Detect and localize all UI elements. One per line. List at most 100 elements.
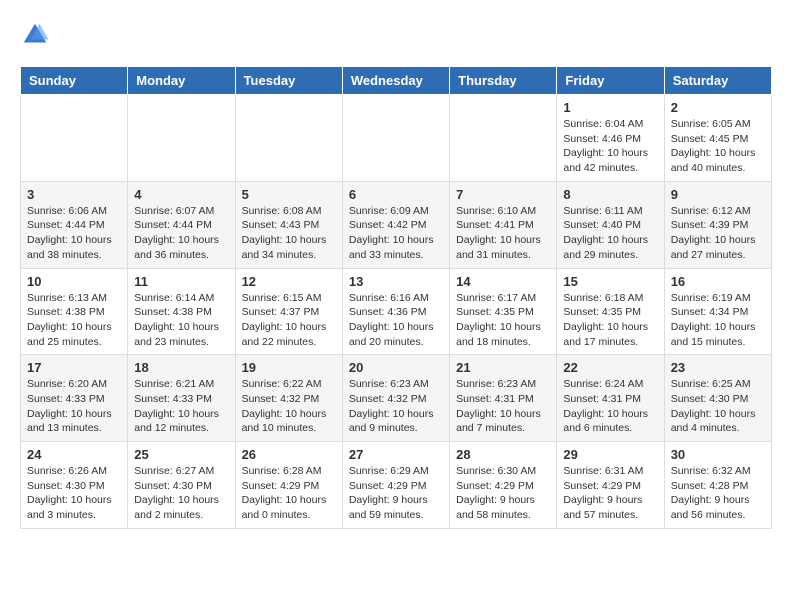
day-content: Sunrise: 6:27 AM Sunset: 4:30 PM Dayligh… xyxy=(134,464,228,523)
day-content: Sunrise: 6:14 AM Sunset: 4:38 PM Dayligh… xyxy=(134,291,228,350)
calendar-week-3: 10 Sunrise: 6:13 AM Sunset: 4:38 PM Dayli… xyxy=(21,268,772,355)
page-header xyxy=(20,20,772,50)
calendar-cell: 24 Sunrise: 6:26 AM Sunset: 4:30 PM Dayli… xyxy=(21,442,128,529)
calendar-cell: 21 Sunrise: 6:23 AM Sunset: 4:31 PM Dayli… xyxy=(450,355,557,442)
logo-icon xyxy=(20,20,50,50)
column-header-saturday: Saturday xyxy=(664,67,771,95)
calendar-cell: 6 Sunrise: 6:09 AM Sunset: 4:42 PM Daylig… xyxy=(342,181,449,268)
calendar-week-5: 24 Sunrise: 6:26 AM Sunset: 4:30 PM Dayli… xyxy=(21,442,772,529)
day-number: 3 xyxy=(27,187,121,202)
day-content: Sunrise: 6:28 AM Sunset: 4:29 PM Dayligh… xyxy=(242,464,336,523)
day-number: 12 xyxy=(242,274,336,289)
calendar-cell: 13 Sunrise: 6:16 AM Sunset: 4:36 PM Dayli… xyxy=(342,268,449,355)
calendar-cell xyxy=(235,95,342,182)
calendar-cell: 29 Sunrise: 6:31 AM Sunset: 4:29 PM Dayli… xyxy=(557,442,664,529)
calendar-cell: 10 Sunrise: 6:13 AM Sunset: 4:38 PM Dayli… xyxy=(21,268,128,355)
day-number: 2 xyxy=(671,100,765,115)
day-content: Sunrise: 6:08 AM Sunset: 4:43 PM Dayligh… xyxy=(242,204,336,263)
day-number: 30 xyxy=(671,447,765,462)
day-number: 24 xyxy=(27,447,121,462)
calendar-cell xyxy=(342,95,449,182)
day-content: Sunrise: 6:07 AM Sunset: 4:44 PM Dayligh… xyxy=(134,204,228,263)
day-number: 28 xyxy=(456,447,550,462)
calendar-cell: 26 Sunrise: 6:28 AM Sunset: 4:29 PM Dayli… xyxy=(235,442,342,529)
calendar-header-row: SundayMondayTuesdayWednesdayThursdayFrid… xyxy=(21,67,772,95)
day-content: Sunrise: 6:11 AM Sunset: 4:40 PM Dayligh… xyxy=(563,204,657,263)
day-number: 21 xyxy=(456,360,550,375)
day-number: 4 xyxy=(134,187,228,202)
calendar-cell: 8 Sunrise: 6:11 AM Sunset: 4:40 PM Daylig… xyxy=(557,181,664,268)
day-content: Sunrise: 6:18 AM Sunset: 4:35 PM Dayligh… xyxy=(563,291,657,350)
day-content: Sunrise: 6:17 AM Sunset: 4:35 PM Dayligh… xyxy=(456,291,550,350)
day-number: 27 xyxy=(349,447,443,462)
calendar-cell: 9 Sunrise: 6:12 AM Sunset: 4:39 PM Daylig… xyxy=(664,181,771,268)
column-header-wednesday: Wednesday xyxy=(342,67,449,95)
column-header-friday: Friday xyxy=(557,67,664,95)
day-content: Sunrise: 6:26 AM Sunset: 4:30 PM Dayligh… xyxy=(27,464,121,523)
day-number: 11 xyxy=(134,274,228,289)
day-number: 23 xyxy=(671,360,765,375)
day-content: Sunrise: 6:19 AM Sunset: 4:34 PM Dayligh… xyxy=(671,291,765,350)
calendar-table: SundayMondayTuesdayWednesdayThursdayFrid… xyxy=(20,66,772,529)
day-content: Sunrise: 6:32 AM Sunset: 4:28 PM Dayligh… xyxy=(671,464,765,523)
calendar-cell: 5 Sunrise: 6:08 AM Sunset: 4:43 PM Daylig… xyxy=(235,181,342,268)
day-number: 26 xyxy=(242,447,336,462)
day-content: Sunrise: 6:29 AM Sunset: 4:29 PM Dayligh… xyxy=(349,464,443,523)
calendar-cell: 7 Sunrise: 6:10 AM Sunset: 4:41 PM Daylig… xyxy=(450,181,557,268)
day-number: 6 xyxy=(349,187,443,202)
calendar-cell: 14 Sunrise: 6:17 AM Sunset: 4:35 PM Dayli… xyxy=(450,268,557,355)
day-content: Sunrise: 6:23 AM Sunset: 4:31 PM Dayligh… xyxy=(456,377,550,436)
day-number: 1 xyxy=(563,100,657,115)
day-number: 7 xyxy=(456,187,550,202)
day-content: Sunrise: 6:23 AM Sunset: 4:32 PM Dayligh… xyxy=(349,377,443,436)
day-content: Sunrise: 6:22 AM Sunset: 4:32 PM Dayligh… xyxy=(242,377,336,436)
day-number: 29 xyxy=(563,447,657,462)
day-content: Sunrise: 6:12 AM Sunset: 4:39 PM Dayligh… xyxy=(671,204,765,263)
column-header-thursday: Thursday xyxy=(450,67,557,95)
day-content: Sunrise: 6:04 AM Sunset: 4:46 PM Dayligh… xyxy=(563,117,657,176)
calendar-cell xyxy=(128,95,235,182)
day-number: 10 xyxy=(27,274,121,289)
calendar-cell: 28 Sunrise: 6:30 AM Sunset: 4:29 PM Dayli… xyxy=(450,442,557,529)
calendar-cell: 12 Sunrise: 6:15 AM Sunset: 4:37 PM Dayli… xyxy=(235,268,342,355)
day-number: 22 xyxy=(563,360,657,375)
day-number: 14 xyxy=(456,274,550,289)
day-number: 19 xyxy=(242,360,336,375)
calendar-cell: 19 Sunrise: 6:22 AM Sunset: 4:32 PM Dayli… xyxy=(235,355,342,442)
day-content: Sunrise: 6:05 AM Sunset: 4:45 PM Dayligh… xyxy=(671,117,765,176)
calendar-cell: 4 Sunrise: 6:07 AM Sunset: 4:44 PM Daylig… xyxy=(128,181,235,268)
day-content: Sunrise: 6:06 AM Sunset: 4:44 PM Dayligh… xyxy=(27,204,121,263)
calendar-cell: 17Sunrise: 6:20 AM Sunset: 4:33 PM Dayli… xyxy=(21,355,128,442)
day-content: Sunrise: 6:09 AM Sunset: 4:42 PM Dayligh… xyxy=(349,204,443,263)
day-number: 17 xyxy=(27,360,121,375)
calendar-cell: 18Sunrise: 6:21 AM Sunset: 4:33 PM Dayli… xyxy=(128,355,235,442)
day-content: Sunrise: 6:10 AM Sunset: 4:41 PM Dayligh… xyxy=(456,204,550,263)
day-content: Sunrise: 6:16 AM Sunset: 4:36 PM Dayligh… xyxy=(349,291,443,350)
day-content: Sunrise: 6:30 AM Sunset: 4:29 PM Dayligh… xyxy=(456,464,550,523)
day-content: Sunrise: 6:13 AM Sunset: 4:38 PM Dayligh… xyxy=(27,291,121,350)
calendar-cell: 30 Sunrise: 6:32 AM Sunset: 4:28 PM Dayli… xyxy=(664,442,771,529)
day-number: 5 xyxy=(242,187,336,202)
calendar-week-1: 1 Sunrise: 6:04 AM Sunset: 4:46 PM Daylig… xyxy=(21,95,772,182)
calendar-cell: 16 Sunrise: 6:19 AM Sunset: 4:34 PM Dayli… xyxy=(664,268,771,355)
day-content: Sunrise: 6:25 AM Sunset: 4:30 PM Dayligh… xyxy=(671,377,765,436)
day-number: 15 xyxy=(563,274,657,289)
calendar-cell: 11 Sunrise: 6:14 AM Sunset: 4:38 PM Dayli… xyxy=(128,268,235,355)
calendar-cell: 20 Sunrise: 6:23 AM Sunset: 4:32 PM Dayli… xyxy=(342,355,449,442)
day-number: 13 xyxy=(349,274,443,289)
column-header-monday: Monday xyxy=(128,67,235,95)
calendar-cell: 15 Sunrise: 6:18 AM Sunset: 4:35 PM Dayli… xyxy=(557,268,664,355)
calendar-week-2: 3 Sunrise: 6:06 AM Sunset: 4:44 PM Daylig… xyxy=(21,181,772,268)
calendar-cell: 2 Sunrise: 6:05 AM Sunset: 4:45 PM Daylig… xyxy=(664,95,771,182)
calendar-week-4: 17Sunrise: 6:20 AM Sunset: 4:33 PM Dayli… xyxy=(21,355,772,442)
day-number: 9 xyxy=(671,187,765,202)
day-content: Sunrise: 6:31 AM Sunset: 4:29 PM Dayligh… xyxy=(563,464,657,523)
day-content: Sunrise: 6:21 AM Sunset: 4:33 PM Dayligh… xyxy=(134,377,228,436)
day-number: 8 xyxy=(563,187,657,202)
day-number: 20 xyxy=(349,360,443,375)
calendar-cell: 22Sunrise: 6:24 AM Sunset: 4:31 PM Dayli… xyxy=(557,355,664,442)
day-content: Sunrise: 6:15 AM Sunset: 4:37 PM Dayligh… xyxy=(242,291,336,350)
day-number: 16 xyxy=(671,274,765,289)
calendar-cell: 23 Sunrise: 6:25 AM Sunset: 4:30 PM Dayli… xyxy=(664,355,771,442)
calendar-cell xyxy=(450,95,557,182)
